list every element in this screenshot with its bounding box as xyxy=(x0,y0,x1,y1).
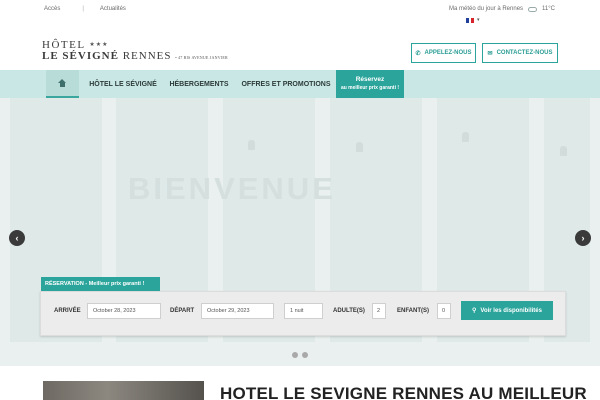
logo-line1: HÔTEL ★★★ xyxy=(42,40,228,51)
main-nav: HÔTEL LE SÉVIGNÉ HÉBERGEMENTS OFFRES ET … xyxy=(0,70,600,98)
nights-select[interactable]: 1 nuit xyxy=(284,303,323,319)
contact-button-label: CONTACTEZ-NOUS xyxy=(496,50,553,56)
hotel-logo[interactable]: HÔTEL ★★★ LE SÉVIGNÉ RENNES • 47 BIS AVE… xyxy=(42,40,228,63)
link-acces[interactable]: Accès xyxy=(44,6,60,12)
reservation-tab: RÉSERVATION - Meilleur prix garanti ! xyxy=(41,277,160,291)
nav-item-offres[interactable]: OFFRES ET PROMOTIONS xyxy=(240,70,332,98)
lamp-shape xyxy=(560,146,567,156)
contact-button[interactable]: ✉ CONTACTEZ-NOUS xyxy=(482,43,558,63)
logo-name: LE SÉVIGNÉ xyxy=(42,50,119,62)
logo-address: • 47 BIS AVENUE JANVIER xyxy=(175,55,228,60)
phone-icon: ✆ xyxy=(415,50,421,57)
children-label: ENFANT(S) xyxy=(397,308,429,314)
check-availability-label: Voir les disponibilités xyxy=(480,307,542,314)
logo-stars: ★★★ xyxy=(89,42,109,48)
call-button-label: APPELEZ-NOUS xyxy=(424,50,472,56)
weather-label: Ma météo du jour à Rennes xyxy=(448,6,524,12)
search-icon: ⚲ xyxy=(472,308,477,314)
topbar: Accès | Actualités Ma météo du jour à Re… xyxy=(0,0,600,28)
arrival-date-input[interactable]: October 28, 2023 xyxy=(87,303,161,319)
adults-label: ADULTE(S) xyxy=(333,308,365,314)
slider-prev-button[interactable]: ‹ xyxy=(9,230,25,246)
weather-temp: 11°C xyxy=(542,6,555,12)
slider-next-button[interactable]: › xyxy=(575,230,591,246)
lamp-shape xyxy=(356,142,363,152)
nav-reserve-button[interactable]: Réservez au meilleur prix garanti ! xyxy=(336,70,404,98)
hero-welcome-text: BIENVENUE xyxy=(128,171,336,206)
arrival-label: ARRIVÉE xyxy=(54,308,81,314)
check-availability-button[interactable]: ⚲ Voir les disponibilités xyxy=(461,301,553,320)
home-icon xyxy=(58,79,67,87)
chevron-down-icon: ▾ xyxy=(477,17,480,23)
link-actualites[interactable]: Actualités xyxy=(100,6,126,12)
mail-icon: ✉ xyxy=(487,50,493,57)
reserve-subtitle: au meilleur prix garanti ! xyxy=(340,85,400,91)
page: Accès | Actualités Ma météo du jour à Re… xyxy=(0,0,600,400)
france-flag-icon xyxy=(466,17,475,23)
cloud-icon xyxy=(528,6,538,12)
nav-item-hebergements[interactable]: HÉBERGEMENTS xyxy=(167,70,231,98)
logo-city: RENNES xyxy=(118,50,172,62)
children-select[interactable]: 0 xyxy=(437,303,451,319)
adults-select[interactable]: 2 xyxy=(372,303,386,319)
reserve-title: Réservez xyxy=(355,76,385,83)
logo-line2: LE SÉVIGNÉ RENNES • 47 BIS AVENUE JANVIE… xyxy=(42,50,228,62)
lamp-shape xyxy=(462,132,469,142)
weather-widget: Ma météo du jour à Rennes 11°C xyxy=(449,6,555,12)
language-selector[interactable]: ▾ xyxy=(466,17,480,23)
top-links: Accès | Actualités xyxy=(44,6,126,12)
call-button[interactable]: ✆ APPELEZ-NOUS xyxy=(411,43,476,63)
departure-date-input[interactable]: October 29, 2023 xyxy=(201,303,274,319)
slider-dots xyxy=(292,352,308,358)
slider-dot[interactable] xyxy=(302,352,308,358)
hotel-photo xyxy=(43,381,204,400)
nav-item-hotel[interactable]: HÔTEL LE SÉVIGNÉ xyxy=(88,70,158,98)
section-headline: HOTEL LE SEVIGNE RENNES AU MEILLEUR xyxy=(220,384,587,400)
booking-bar: ARRIVÉE October 28, 2023 DÉPART October … xyxy=(40,291,566,336)
top-links-separator: | xyxy=(82,6,84,12)
lamp-shape xyxy=(248,140,255,150)
departure-label: DÉPART xyxy=(170,308,195,314)
slider-dot[interactable] xyxy=(292,352,298,358)
nav-home[interactable] xyxy=(46,70,79,98)
